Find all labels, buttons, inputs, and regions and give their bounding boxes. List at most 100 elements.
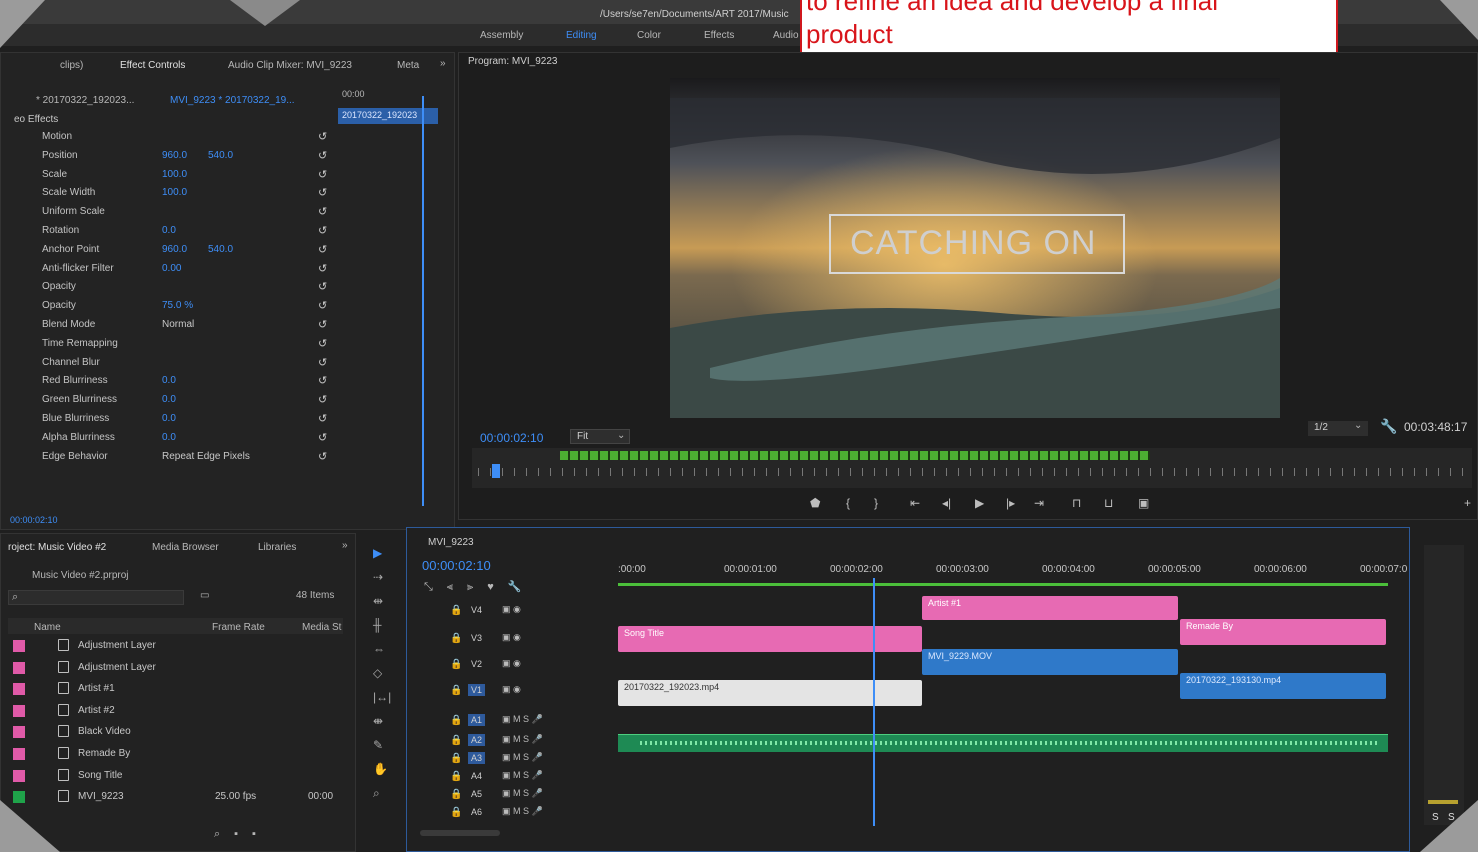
effect-row[interactable]: Scale Width 100.0 ↺: [0, 184, 330, 202]
reset-icon[interactable]: ↺: [318, 130, 327, 143]
clip-remade-by[interactable]: Remade By: [1180, 619, 1386, 645]
track-label[interactable]: V2: [468, 658, 485, 670]
reset-icon[interactable]: ↺: [318, 374, 327, 387]
workspace-effects[interactable]: Effects: [704, 30, 734, 41]
effect-value[interactable]: 100.0: [162, 169, 187, 180]
label-color-swatch[interactable]: [13, 640, 25, 652]
timeline-ruler[interactable]: :00:00 00:00:01:00 00:00:02:00 00:00:03:00 0…: [618, 556, 1407, 586]
tab-audio-clip-mixer[interactable]: Audio Clip Mixer: MVI_9223: [228, 60, 352, 71]
eye-icon[interactable]: ▣ ◉: [502, 604, 521, 615]
project-item[interactable]: Artist #1: [8, 679, 338, 699]
reset-icon[interactable]: ↺: [318, 205, 327, 218]
project-item[interactable]: Song Title: [8, 766, 338, 786]
effect-value-2[interactable]: 540.0: [208, 150, 233, 161]
track-label[interactable]: A1: [468, 714, 486, 726]
effect-value[interactable]: Repeat Edge Pixels: [162, 451, 250, 462]
track-label[interactable]: A3: [468, 752, 486, 764]
clip-selector[interactable]: MVI_9223 * 20170322_19...: [170, 95, 295, 106]
lock-icon[interactable]: 🔒: [450, 659, 462, 670]
label-color-swatch[interactable]: [13, 683, 25, 696]
track-header-a1[interactable]: 🔒 A1 ▣ M S 🎤: [410, 714, 620, 732]
effect-row[interactable]: Time Remapping ↺: [0, 335, 330, 353]
source-selector[interactable]: * 20170322_192023...: [36, 95, 134, 106]
reset-icon[interactable]: ↺: [318, 280, 327, 293]
project-item[interactable]: Remade By: [8, 744, 338, 764]
effect-row[interactable]: Opacity ↺: [0, 278, 330, 296]
reset-icon[interactable]: ↺: [318, 337, 327, 350]
tab-libraries[interactable]: Libraries: [258, 542, 296, 553]
clip-20170322-192023[interactable]: 20170322_192023.mp4: [618, 680, 922, 706]
track-label[interactable]: V4: [468, 604, 485, 616]
project-item[interactable]: Adjustment Layer: [8, 658, 338, 678]
slip-icon[interactable]: |↔|: [373, 690, 391, 704]
selection-tool-icon[interactable]: ▶: [373, 546, 382, 560]
track-header-v4[interactable]: 🔒 V4 ▣ ◉: [410, 604, 620, 628]
lock-icon[interactable]: 🔒: [450, 605, 462, 616]
program-playhead[interactable]: [492, 464, 500, 478]
effect-value[interactable]: 0.0: [162, 225, 176, 236]
reset-icon[interactable]: ↺: [318, 224, 327, 237]
label-color-swatch[interactable]: [13, 769, 25, 782]
effect-value[interactable]: 100.0: [162, 187, 187, 198]
audio-track-controls[interactable]: ▣ M S 🎤: [502, 714, 543, 725]
tab-effect-controls[interactable]: Effect Controls: [120, 60, 185, 71]
workspace-editing[interactable]: Editing: [566, 30, 597, 41]
header-frame-rate[interactable]: Frame Rate: [212, 622, 265, 633]
ripple-edit-icon[interactable]: ⇹: [373, 594, 383, 608]
effect-row[interactable]: Anchor Point 960.0 540.0 ↺: [0, 241, 330, 259]
track-header-v3[interactable]: 🔒 V3 ▣ ◉: [410, 632, 620, 656]
track-label[interactable]: A4: [468, 770, 485, 782]
lock-icon[interactable]: 🔒: [450, 685, 462, 696]
fit-dropdown[interactable]: Fit ⌄: [570, 429, 630, 444]
header-media-start[interactable]: Media St: [302, 622, 341, 633]
lock-icon[interactable]: 🔒: [450, 735, 462, 746]
lock-icon[interactable]: 🔒: [450, 807, 462, 818]
reset-icon[interactable]: ↺: [318, 299, 327, 312]
new-bin-icon[interactable]: ▭: [200, 590, 209, 601]
reset-icon[interactable]: ↺: [318, 393, 327, 406]
effect-value[interactable]: 0.0: [162, 375, 176, 386]
effect-row[interactable]: Red Blurriness 0.0 ↺: [0, 372, 330, 390]
effect-row[interactable]: Position 960.0 540.0 ↺: [0, 147, 330, 165]
razor-icon[interactable]: ◇: [373, 666, 382, 680]
lift-icon[interactable]: ⊓: [1072, 496, 1081, 510]
tab-metadata[interactable]: Meta: [397, 60, 419, 71]
tab-media-browser[interactable]: Media Browser: [152, 542, 219, 553]
effect-row[interactable]: Motion ↺: [0, 128, 330, 146]
effect-value[interactable]: 75.0 %: [162, 300, 193, 311]
project-footer-icons[interactable]: ⌕▪▪: [214, 828, 270, 841]
workspace-audio[interactable]: Audio: [773, 30, 799, 41]
rate-stretch-icon[interactable]: ⇔: [373, 642, 385, 656]
effect-row[interactable]: Green Blurriness 0.0 ↺: [0, 391, 330, 409]
reset-icon[interactable]: ↺: [318, 431, 327, 444]
mark-out-icon[interactable]: }: [874, 496, 878, 510]
meter-solo-left[interactable]: S: [1432, 812, 1439, 823]
eye-icon[interactable]: ▣ ◉: [502, 684, 521, 695]
effect-row[interactable]: Scale 100.0 ↺: [0, 166, 330, 184]
go-to-out-icon[interactable]: ⇥: [1034, 496, 1044, 510]
pen-icon[interactable]: ✎: [373, 738, 383, 752]
lock-icon[interactable]: 🔒: [450, 789, 462, 800]
zoom-icon[interactable]: ⌕: [373, 786, 380, 801]
wrench-icon[interactable]: 🔧: [1380, 418, 1397, 435]
header-name[interactable]: Name: [34, 622, 61, 633]
timeline-tool-icons[interactable]: ⤡⫷⫸♥🔧: [424, 580, 535, 594]
track-label[interactable]: A2: [468, 734, 486, 746]
audio-track-controls[interactable]: ▣ M S 🎤: [502, 788, 543, 799]
effect-value[interactable]: 0.00: [162, 263, 181, 274]
timeline-scrollbar[interactable]: [420, 830, 500, 836]
workspace-assembly[interactable]: Assembly: [480, 30, 523, 41]
reset-icon[interactable]: ↺: [318, 186, 327, 199]
clip-mvi-9229[interactable]: MVI_9229.MOV: [922, 649, 1178, 675]
tab-project[interactable]: roject: Music Video #2: [8, 542, 106, 553]
clip-artist-1[interactable]: Artist #1: [922, 596, 1178, 620]
workspace-color[interactable]: Color: [637, 30, 661, 41]
add-marker-icon[interactable]: ⬟: [810, 496, 820, 510]
effect-row[interactable]: Blue Blurriness 0.0 ↺: [0, 410, 330, 428]
track-header-a2[interactable]: 🔒 A2 ▣ M S 🎤: [410, 734, 620, 752]
timeline-timecode[interactable]: 00:00:02:10: [422, 558, 491, 573]
meter-solo-right[interactable]: S: [1448, 812, 1455, 823]
reset-icon[interactable]: ↺: [318, 168, 327, 181]
effect-value[interactable]: 960.0: [162, 150, 187, 161]
track-header-a6[interactable]: 🔒 A6 ▣ M S 🎤: [410, 806, 620, 824]
